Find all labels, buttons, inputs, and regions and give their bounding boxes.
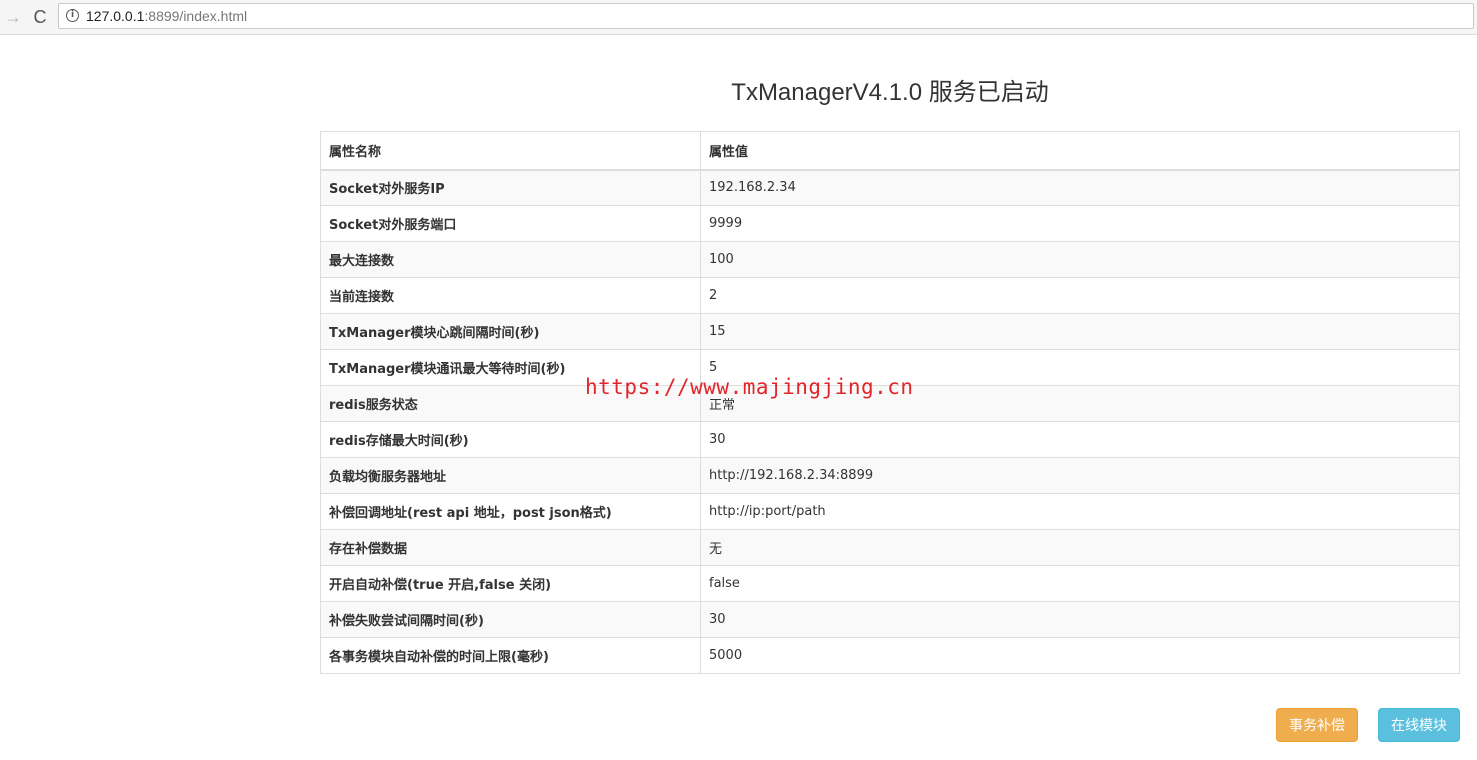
property-name: redis存储最大时间(秒) [320, 421, 701, 458]
property-name: 最大连接数 [320, 241, 701, 278]
property-value: 30 [700, 421, 1460, 458]
table-row: 补偿回调地址(rest api 地址，post json格式) http://ip… [320, 493, 1460, 530]
property-value: false [700, 565, 1460, 602]
property-value: 5 [700, 349, 1460, 386]
property-name: Socket对外服务端口 [320, 205, 701, 242]
page-title: TxManagerV4.1.0 服务已启动 [731, 79, 1049, 106]
property-name: redis服务状态 [320, 385, 701, 422]
address-bar[interactable]: i 127.0.0.1:8899/index.html [58, 3, 1474, 29]
browser-toolbar: → C i 127.0.0.1:8899/index.html [0, 0, 1477, 35]
property-value: 192.168.2.34 [700, 169, 1460, 206]
property-value: 2 [700, 277, 1460, 314]
property-name: TxManager模块心跳间隔时间(秒) [320, 313, 701, 350]
table-row: 当前连接数 2 [320, 277, 1460, 314]
property-name: 负载均衡服务器地址 [320, 457, 701, 494]
property-name: 各事务模块自动补偿的时间上限(毫秒) [320, 637, 701, 674]
table-row: redis存储最大时间(秒) 30 [320, 421, 1460, 458]
table-header-row: 属性名称 属性值 [320, 131, 1460, 171]
property-value: 30 [700, 601, 1460, 638]
property-name: 当前连接数 [320, 277, 701, 314]
property-name: 补偿失败尝试间隔时间(秒) [320, 601, 701, 638]
table-body: Socket对外服务IP 192.168.2.34 Socket对外服务端口 9999… [320, 169, 1460, 674]
url-path: :8899/index.html [144, 8, 248, 24]
table-row: 存在补偿数据无 [320, 529, 1460, 566]
properties-table: 属性名称 属性值 Socket对外服务IP 192.168.2.34 Socket对… [320, 131, 1460, 674]
property-value: http://ip:port/path [700, 493, 1460, 530]
property-value: 9999 [700, 205, 1460, 242]
info-icon[interactable]: i [66, 9, 79, 22]
property-name: 开启自动补偿(true 开启,false 关闭) [320, 565, 701, 602]
property-name: Socket对外服务IP [320, 169, 701, 206]
table-row: TxManager模块通讯最大等待时间(秒) 5 [320, 349, 1460, 386]
url-host: 127.0.0.1 [86, 8, 145, 24]
table-row: 补偿失败尝试间隔时间(秒) 30 [320, 601, 1460, 638]
url-text[interactable]: 127.0.0.1:8899/index.html [86, 8, 247, 24]
table-row: Socket对外服务端口 9999 [320, 205, 1460, 242]
table-row: 最大连接数 100 [320, 241, 1460, 278]
property-value: 15 [700, 313, 1460, 350]
property-value: http://192.168.2.34:8899 [700, 457, 1460, 494]
column-header-value: 属性值 [700, 131, 1460, 171]
table-row: 负载均衡服务器地址 http://192.168.2.34:8899 [320, 457, 1460, 494]
property-value: 5000 [700, 637, 1460, 674]
table-row: 开启自动补偿(true 开启,false 关闭) false [320, 565, 1460, 602]
online-modules-button[interactable]: 在线模块 [1378, 708, 1460, 742]
table-row: Socket对外服务IP 192.168.2.34 [320, 169, 1460, 206]
property-value: 正常 [700, 385, 1460, 422]
table-row: 各事务模块自动补偿的时间上限(毫秒) 5000 [320, 637, 1460, 674]
property-name: TxManager模块通讯最大等待时间(秒) [320, 349, 701, 386]
property-name: 存在补偿数据 [320, 529, 701, 566]
table-row: redis服务状态 正常 [320, 385, 1460, 422]
column-header-name: 属性名称 [320, 131, 701, 171]
reload-icon[interactable]: C [29, 6, 51, 28]
property-value: 100 [700, 241, 1460, 278]
transaction-compensation-button[interactable]: 事务补偿 [1276, 708, 1358, 742]
property-value: 无 [700, 529, 1460, 566]
forward-icon[interactable]: → [2, 6, 24, 28]
property-name: 补偿回调地址(rest api 地址，post json格式) [320, 493, 701, 530]
table-row: TxManager模块心跳间隔时间(秒) 15 [320, 313, 1460, 350]
